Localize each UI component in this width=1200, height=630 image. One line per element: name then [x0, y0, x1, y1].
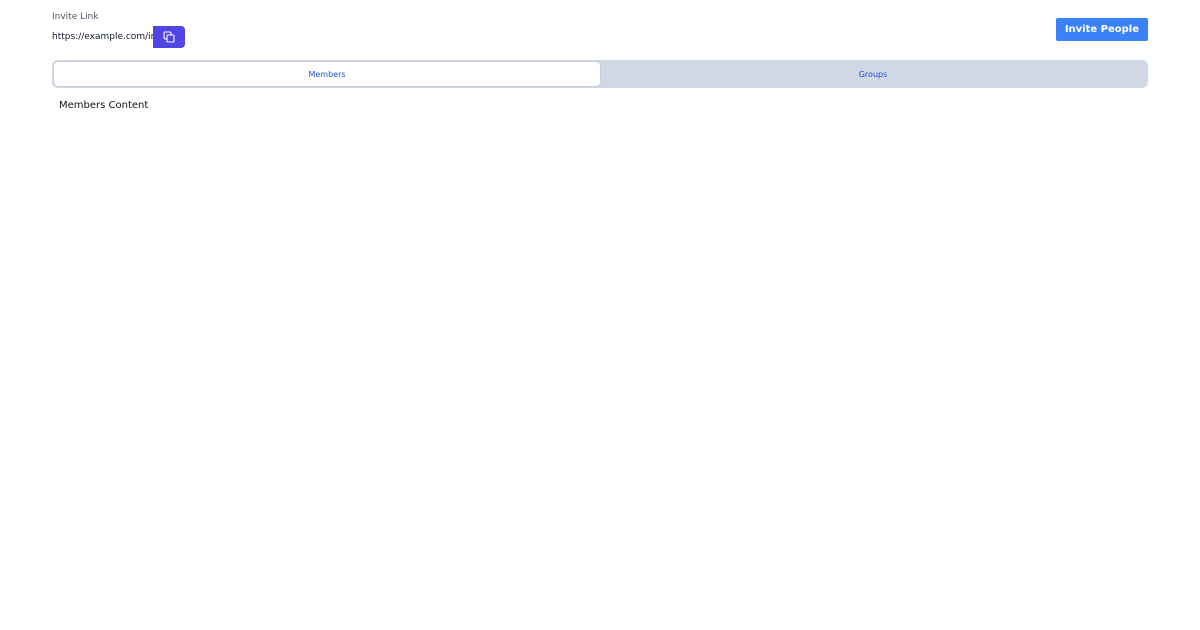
copy-link-button[interactable] — [153, 26, 185, 48]
invite-people-button[interactable]: Invite People — [1055, 18, 1148, 41]
tab-members[interactable]: Members — [54, 62, 600, 86]
tab-members-label: Members — [308, 69, 346, 79]
tab-content: Members Content — [59, 100, 149, 111]
page: Invite Link Invite People Members Groups… — [0, 0, 1200, 630]
tab-groups-label: Groups — [858, 69, 888, 79]
invite-link-row — [52, 26, 185, 48]
invite-link-field[interactable] — [52, 26, 153, 48]
copy-icon — [163, 31, 175, 43]
tab-groups[interactable]: Groups — [600, 62, 1146, 86]
tab-bar: Members Groups — [52, 60, 1148, 88]
invite-link-section: Invite Link — [52, 12, 185, 48]
invite-link-label: Invite Link — [52, 12, 99, 22]
